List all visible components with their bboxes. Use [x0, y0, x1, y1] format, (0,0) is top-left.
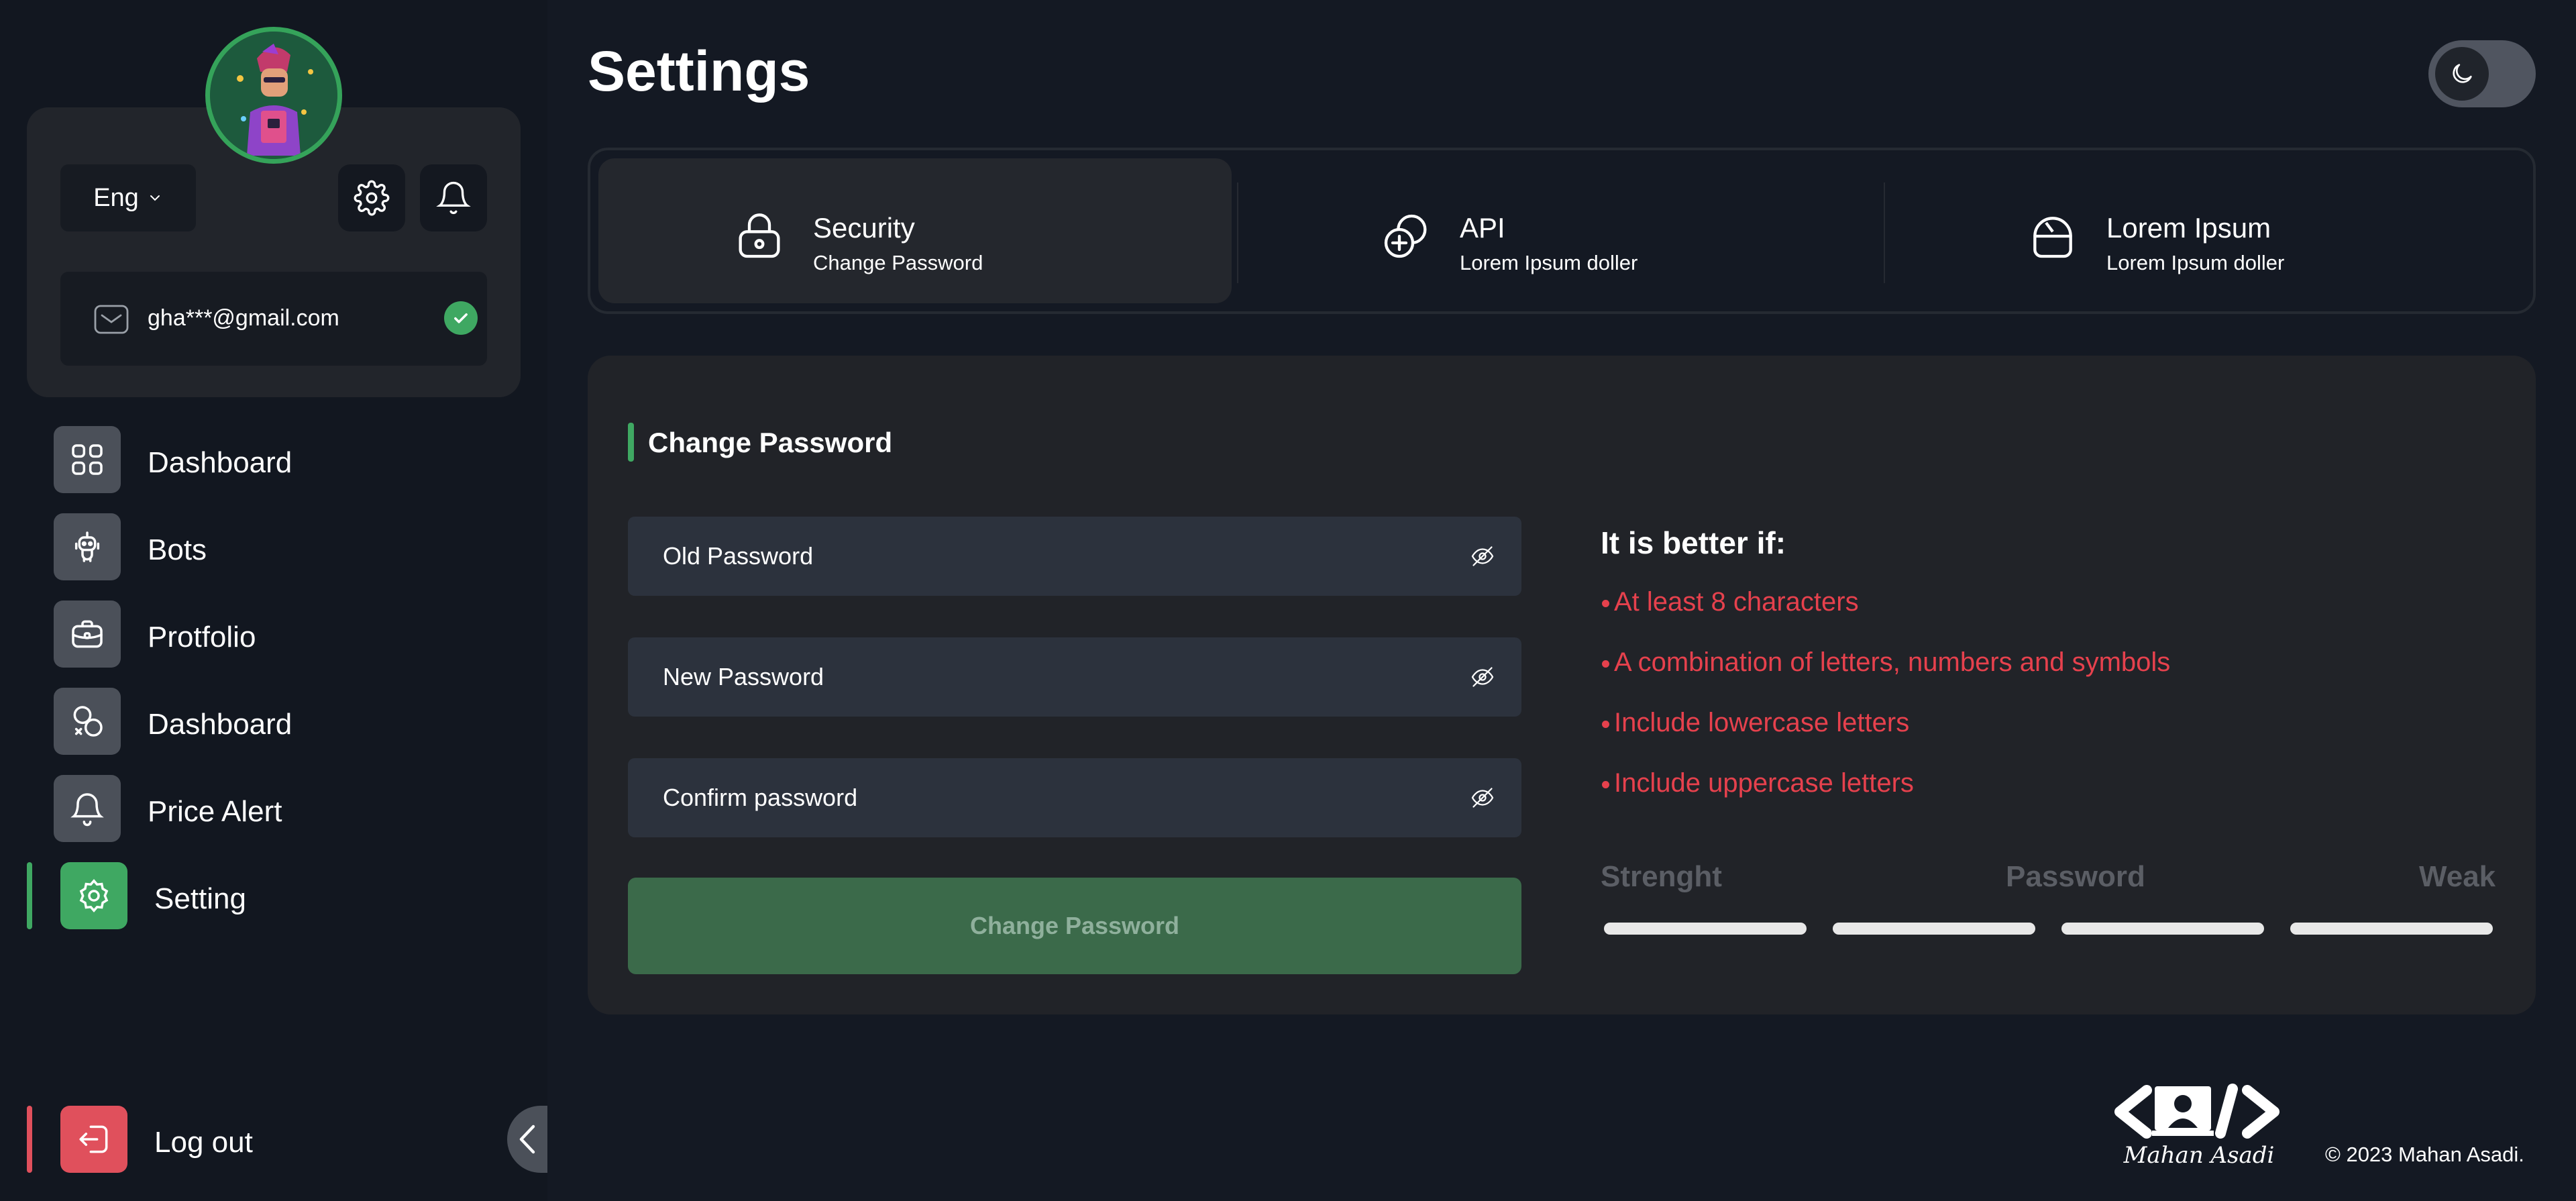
email-address: gha***@gmail.com	[148, 305, 339, 331]
tab-subtitle: Lorem Ipsum doller	[1460, 251, 1638, 274]
logout-indicator	[27, 1106, 32, 1173]
tab-api[interactable]: API Lorem Ipsum doller	[1245, 158, 1878, 303]
nav-item-price-alert[interactable]: Price Alert	[0, 772, 547, 845]
gear-icon	[60, 862, 127, 929]
eye-off-icon[interactable]	[1470, 786, 1495, 809]
bell-icon	[435, 180, 472, 216]
notifications-button[interactable]	[420, 164, 487, 231]
nav-item-portfolio[interactable]: Protfolio	[0, 597, 547, 671]
bag-icon	[2026, 209, 2080, 263]
bullet-icon	[1602, 600, 1609, 607]
grid-icon	[54, 426, 121, 493]
logout-label: Log out	[154, 1126, 253, 1159]
change-password-button[interactable]: Change Password	[628, 878, 1521, 974]
new-password-input[interactable]	[628, 637, 1521, 717]
bullet-icon	[1602, 781, 1609, 788]
api-icon	[1379, 209, 1433, 263]
avatar[interactable]	[205, 27, 342, 164]
lock-icon	[733, 209, 786, 263]
section-indicator	[628, 423, 634, 462]
nav-item-setting[interactable]: Setting	[0, 859, 547, 933]
old-password-input[interactable]	[628, 517, 1521, 596]
bullet-icon	[1602, 660, 1609, 668]
bell-icon	[54, 775, 121, 842]
strength-segment	[2061, 923, 2264, 935]
confirm-password-field	[628, 758, 1521, 837]
tab-subtitle: Change Password	[813, 251, 983, 274]
language-label: Eng	[93, 183, 139, 212]
robot-icon	[54, 513, 121, 580]
theme-toggle[interactable]	[2428, 40, 2536, 107]
verified-check-icon	[444, 301, 478, 335]
tab-title: Lorem Ipsum	[2106, 212, 2271, 244]
section-title: Change Password	[648, 427, 893, 458]
tips-title: It is better if:	[1601, 525, 1786, 560]
eye-off-icon[interactable]	[1470, 666, 1495, 688]
nav-label: Dashboard	[148, 446, 292, 479]
copyright: © 2023 Mahan Asadi.	[2325, 1143, 2524, 1166]
mail-icon	[94, 304, 129, 335]
eye-off-icon[interactable]	[1470, 545, 1495, 568]
nav-label: Setting	[154, 882, 246, 915]
tab-lorem-ipsum[interactable]: Lorem Ipsum Lorem Ipsum doller	[1892, 158, 2525, 303]
moon-icon	[2435, 47, 2489, 101]
change-password-panel: Change Password Change Password It is be…	[588, 356, 2536, 1014]
old-password-field	[628, 517, 1521, 596]
strength-segment	[2290, 923, 2493, 935]
sidebar: Eng gha***@gmail.com Dashboard Bots Prot…	[0, 0, 547, 1201]
tip-item: At least 8 characters	[1614, 587, 1859, 617]
tab-subtitle: Lorem Ipsum doller	[2106, 251, 2285, 274]
tab-divider	[1884, 182, 1885, 283]
brand-logo: Mahan Asadi	[2113, 1084, 2288, 1171]
active-indicator	[27, 862, 32, 929]
strength-segment	[1833, 923, 2035, 935]
strength-value: Weak	[2419, 860, 2496, 893]
strength-label: Strenght	[1601, 860, 1722, 893]
logout-button[interactable]: Log out	[0, 1106, 547, 1173]
logout-icon	[60, 1106, 127, 1173]
new-password-field	[628, 637, 1521, 717]
chevron-down-icon	[147, 190, 163, 206]
tab-title: API	[1460, 212, 1505, 244]
tab-security[interactable]: Security Change Password	[598, 158, 1232, 303]
nav-label: Bots	[148, 533, 207, 566]
nav-item-dashboard-2[interactable]: Dashboard	[0, 684, 547, 758]
shapes-icon	[54, 688, 121, 755]
bullet-icon	[1602, 721, 1609, 728]
settings-tabs: Security Change Password API Lorem Ipsum…	[588, 148, 2536, 314]
email-box: gha***@gmail.com	[60, 272, 487, 366]
strength-segment	[1604, 923, 1807, 935]
chevron-left-icon	[517, 1122, 537, 1156]
brand-logo-text: Mahan Asadi	[2123, 1142, 2275, 1169]
confirm-password-input[interactable]	[628, 758, 1521, 837]
tip-item: A combination of letters, numbers and sy…	[1614, 647, 2171, 677]
nav-label: Price Alert	[148, 795, 282, 828]
nav-item-bots[interactable]: Bots	[0, 510, 547, 584]
tip-item: Include lowercase letters	[1614, 708, 1910, 737]
tab-divider	[1237, 182, 1238, 283]
nav-item-dashboard[interactable]: Dashboard	[0, 423, 547, 497]
briefcase-icon	[54, 600, 121, 668]
tip-item: Include uppercase letters	[1614, 768, 1914, 798]
settings-button[interactable]	[338, 164, 405, 231]
gear-icon	[354, 180, 390, 216]
strength-label-password: Password	[2006, 860, 2145, 893]
tab-title: Security	[813, 212, 915, 244]
page-title: Settings	[588, 40, 810, 103]
nav-label: Protfolio	[148, 621, 256, 654]
nav-label: Dashboard	[148, 708, 292, 741]
language-select[interactable]: Eng	[60, 164, 196, 231]
